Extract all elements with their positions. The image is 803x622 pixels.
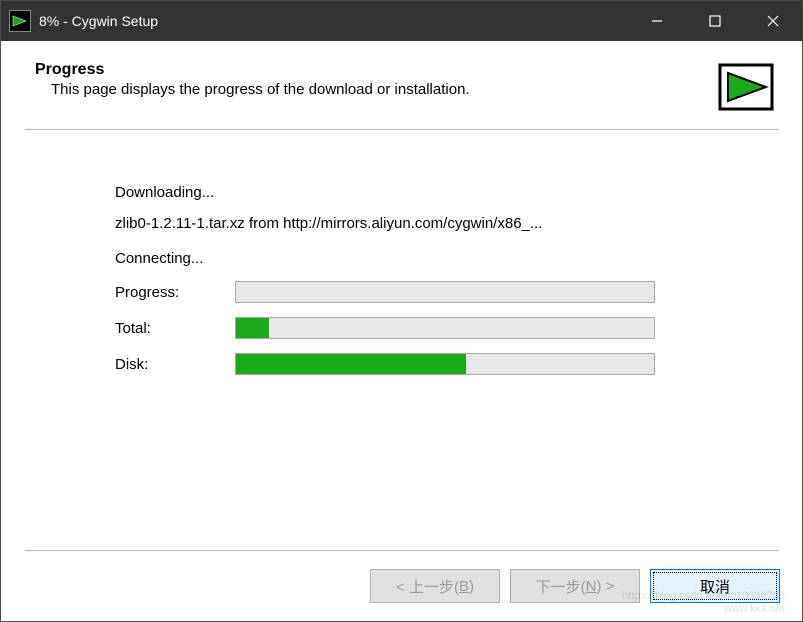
progress-bar-progress bbox=[235, 281, 655, 303]
progress-label: Progress: bbox=[115, 284, 235, 301]
progress-bar-disk bbox=[235, 353, 655, 375]
back-button: < 上一步(B) bbox=[370, 569, 500, 603]
footer-buttons: < 上一步(B) 下一步(N) > 取消 bbox=[1, 551, 802, 621]
progress-bar-total bbox=[235, 317, 655, 339]
status-downloading: Downloading... bbox=[115, 184, 718, 201]
total-label: Total: bbox=[115, 320, 235, 337]
cancel-button[interactable]: 取消 bbox=[650, 569, 780, 603]
progress-row-total: Total: bbox=[115, 317, 718, 339]
page-title: Progress bbox=[35, 61, 470, 79]
progress-row-disk: Disk: bbox=[115, 353, 718, 375]
window-title: 8% - Cygwin Setup bbox=[39, 13, 158, 29]
progress-fill-total bbox=[236, 318, 269, 338]
progress-fill-disk bbox=[236, 354, 466, 374]
app-icon bbox=[9, 10, 31, 32]
minimize-button[interactable] bbox=[628, 1, 686, 41]
progress-row-progress: Progress: bbox=[115, 281, 718, 303]
content-area: Progress This page displays the progress… bbox=[1, 41, 802, 550]
status-file: zlib0-1.2.11-1.tar.xz from http://mirror… bbox=[115, 215, 718, 232]
setup-window: 8% - Cygwin Setup Progress This page dis… bbox=[0, 0, 803, 622]
status-connecting: Connecting... bbox=[115, 250, 718, 267]
window-controls bbox=[628, 1, 802, 41]
maximize-button[interactable] bbox=[686, 1, 744, 41]
close-button[interactable] bbox=[744, 1, 802, 41]
next-button: 下一步(N) > bbox=[510, 569, 640, 603]
page-subtitle: This page displays the progress of the d… bbox=[35, 81, 470, 98]
disk-label: Disk: bbox=[115, 356, 235, 373]
titlebar: 8% - Cygwin Setup bbox=[1, 1, 802, 41]
cygwin-logo-icon bbox=[718, 63, 774, 111]
progress-body: Downloading... zlib0-1.2.11-1.tar.xz fro… bbox=[25, 130, 778, 389]
